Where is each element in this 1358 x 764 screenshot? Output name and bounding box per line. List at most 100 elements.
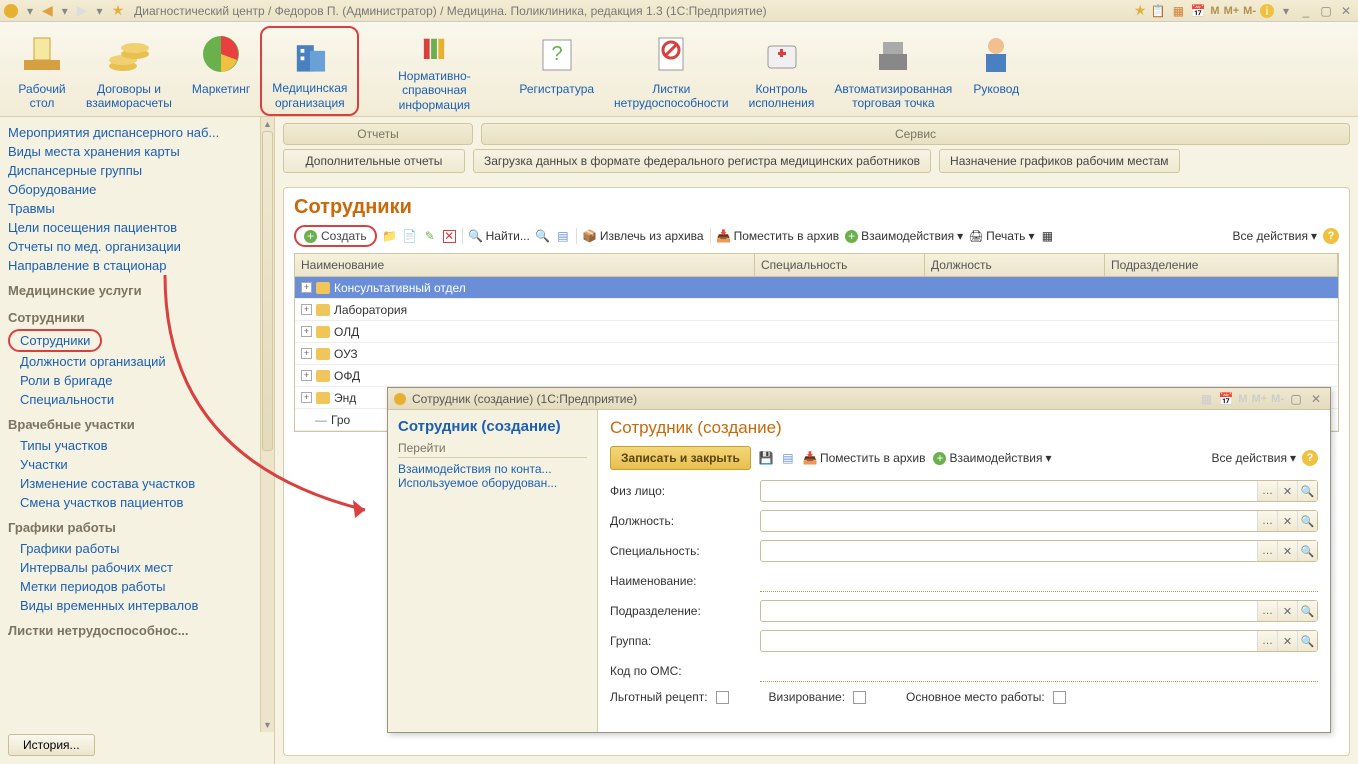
tree-icon[interactable]: ▦ — [1040, 229, 1054, 243]
clear-search-icon[interactable]: 🔍 — [536, 229, 550, 243]
dlg-link-interactions[interactable]: Взаимодействия по конта... — [398, 462, 552, 476]
delete-icon[interactable]: ✕ — [443, 230, 456, 243]
section-control[interactable]: Контроль исполнения — [739, 26, 825, 116]
input-pos[interactable]: …✕🔍 — [760, 510, 1318, 532]
ellipsis-icon[interactable]: … — [1257, 631, 1277, 651]
save-icon[interactable]: 💾 — [759, 451, 773, 465]
sb-schedules[interactable]: Графики работы — [8, 539, 266, 558]
all-actions-button[interactable]: Все действия▾ — [1233, 229, 1318, 243]
calendar-icon[interactable]: 📅 — [1190, 3, 1206, 19]
table-row[interactable]: +Лаборатория — [295, 299, 1338, 321]
dropdown-icon[interactable]: ▾ — [22, 3, 38, 19]
sb-intervals[interactable]: Интервалы рабочих мест — [8, 558, 266, 577]
section-mgr[interactable]: Руковод — [962, 26, 1030, 116]
fwd-drop[interactable]: ▾ — [92, 3, 108, 19]
chk-main[interactable] — [1053, 691, 1066, 704]
back-arrow[interactable]: ◀ — [42, 2, 53, 19]
extract-button[interactable]: 📦Извлечь из архива — [583, 229, 704, 243]
sb-sectortypes[interactable]: Типы участков — [8, 436, 266, 455]
find-button[interactable]: 🔍Найти... — [469, 229, 530, 243]
sb-positions[interactable]: Должности организаций — [8, 352, 266, 371]
section-medorg[interactable]: Медицинская организация — [260, 26, 359, 116]
btn-addreports[interactable]: Дополнительные отчеты — [283, 149, 465, 173]
search-icon[interactable]: 🔍 — [1297, 631, 1317, 651]
table-row[interactable]: +ОУЗ — [295, 343, 1338, 365]
edit-icon[interactable]: ✎ — [423, 229, 437, 243]
clear-icon[interactable]: ✕ — [1277, 481, 1297, 501]
scroll-down-icon[interactable]: ▼ — [261, 718, 274, 732]
input-name[interactable] — [760, 570, 1318, 592]
input-oms[interactable] — [760, 660, 1318, 682]
dlg-interactions-button[interactable]: +Взаимодействия▾ — [933, 451, 1051, 465]
tree-expand-icon[interactable]: + — [301, 392, 312, 403]
section-contracts[interactable]: Договоры и взаиморасчеты — [76, 26, 182, 116]
sb-sectors[interactable]: Участки — [8, 455, 266, 474]
calendar-icon[interactable]: 📅 — [1218, 391, 1234, 407]
sb-equip[interactable]: Оборудование — [8, 180, 266, 199]
list-icon[interactable]: ▤ — [556, 229, 570, 243]
section-desktop[interactable]: Рабочий стол — [8, 26, 76, 116]
scroll-thumb[interactable] — [262, 131, 273, 451]
section-sick[interactable]: Листки нетрудоспособности — [604, 26, 739, 116]
help-icon[interactable]: ? — [1302, 450, 1318, 466]
mem-mplus[interactable]: M+ — [1224, 5, 1240, 17]
clipboard-icon[interactable]: 📋 — [1150, 3, 1166, 19]
create-button[interactable]: + Создать — [294, 225, 377, 247]
input-fiz[interactable]: …✕🔍 — [760, 480, 1318, 502]
sb-patientsector[interactable]: Смена участков пациентов — [8, 493, 266, 512]
maximize-icon[interactable]: ▢ — [1318, 3, 1334, 19]
col-dept[interactable]: Подразделение — [1105, 254, 1338, 276]
section-reg[interactable]: ? Регистратура — [509, 26, 604, 116]
sb-medreports[interactable]: Отчеты по мед. организации — [8, 237, 266, 256]
list2-icon[interactable]: ▤ — [781, 451, 795, 465]
sb-storage[interactable]: Виды места хранения карты — [8, 142, 266, 161]
input-dept[interactable]: …✕🔍 — [760, 600, 1318, 622]
clear-icon[interactable]: ✕ — [1277, 601, 1297, 621]
sb-employees[interactable]: Сотрудники — [8, 329, 102, 352]
tree-expand-icon[interactable]: + — [301, 370, 312, 381]
chk-viz[interactable] — [853, 691, 866, 704]
new-folder-icon[interactable]: 📁 — [383, 229, 397, 243]
btn-assign[interactable]: Назначение графиков рабочим местам — [939, 149, 1179, 173]
col-spec[interactable]: Специальность — [755, 254, 925, 276]
search-icon[interactable]: 🔍 — [1297, 601, 1317, 621]
input-spec[interactable]: …✕🔍 — [760, 540, 1318, 562]
sb-spec[interactable]: Специальности — [8, 390, 266, 409]
sb-timetypes[interactable]: Виды временных интервалов — [8, 596, 266, 615]
ellipsis-icon[interactable]: … — [1257, 511, 1277, 531]
info-drop[interactable]: ▾ — [1278, 3, 1294, 19]
table-row[interactable]: +ОЛД — [295, 321, 1338, 343]
section-marketing[interactable]: Маркетинг — [182, 26, 260, 116]
fwd-arrow[interactable]: ▶ — [77, 2, 88, 19]
dlg-link-equipment[interactable]: Используемое оборудован... — [398, 476, 557, 490]
tree-expand-icon[interactable]: + — [301, 282, 312, 293]
btn-loaddata[interactable]: Загрузка данных в формате федерального р… — [473, 149, 931, 173]
archive-button[interactable]: 📥Поместить в архив — [717, 229, 840, 243]
search-icon[interactable]: 🔍 — [1297, 541, 1317, 561]
interactions-button[interactable]: +Взаимодействия▾ — [845, 229, 963, 243]
sb-disp[interactable]: Мероприятия диспансерного наб... — [8, 123, 266, 142]
sb-trauma[interactable]: Травмы — [8, 199, 266, 218]
copy-icon[interactable]: 📄 — [403, 229, 417, 243]
search-icon[interactable]: 🔍 — [1297, 511, 1317, 531]
mem-mminus[interactable]: M- — [1243, 5, 1256, 17]
minimize-icon[interactable]: _ — [1298, 3, 1314, 19]
calc-icon[interactable]: ▦ — [1170, 3, 1186, 19]
sb-brigade[interactable]: Роли в бригаде — [8, 371, 266, 390]
fav2-icon[interactable]: ★ — [1134, 2, 1147, 19]
scroll-up-icon[interactable]: ▲ — [261, 117, 274, 131]
calc-icon[interactable]: ▦ — [1198, 391, 1214, 407]
sidebar-scrollbar[interactable]: ▲ ▼ — [260, 117, 274, 732]
table-row[interactable]: +ОФД — [295, 365, 1338, 387]
clear-icon[interactable]: ✕ — [1277, 541, 1297, 561]
tree-expand-icon[interactable]: + — [301, 304, 312, 315]
back-drop[interactable]: ▾ — [57, 3, 73, 19]
sb-visitgoals[interactable]: Цели посещения пациентов — [8, 218, 266, 237]
save-close-button[interactable]: Записать и закрыть — [610, 446, 751, 470]
dlg-maximize-icon[interactable]: ▢ — [1288, 391, 1304, 407]
ellipsis-icon[interactable]: … — [1257, 601, 1277, 621]
table-row[interactable]: +Консультативный отдел — [295, 277, 1338, 299]
input-group[interactable]: …✕🔍 — [760, 630, 1318, 652]
col-name[interactable]: Наименование — [295, 254, 755, 276]
favorite-icon[interactable]: ★ — [112, 2, 125, 19]
